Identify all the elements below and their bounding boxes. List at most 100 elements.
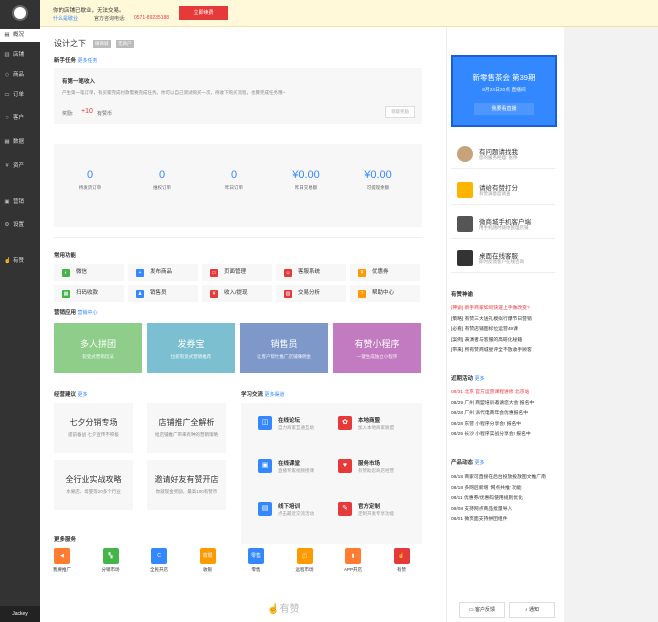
sidebar-item-9[interactable]: ☝ 有赞 [0,255,40,268]
app-banner[interactable]: 销售员让客户帮忙推广店铺赚佣金 [240,323,328,373]
notices-item[interactable]: [案例] 表演者与客服的高研化秘籍 [451,336,522,343]
promote-icon: ◀ [54,548,70,564]
events-item[interactable]: 08/29 广州 商盟培训邀请您大会 报名中 [451,399,534,406]
service-cashier[interactable]: 收银 收银 [185,548,231,573]
home-icon: ▤ [4,32,10,38]
learn-custom[interactable]: ✎ 官方定制 定制开发专享功能 [338,498,418,528]
service-distribution[interactable]: ▚ 分销市场 [88,548,134,573]
claim-reward-button[interactable]: 领取奖励 [385,106,415,118]
function-help[interactable]: ? 帮助中心 [350,285,420,302]
function-wechat[interactable]: ◐ 微信 [54,264,124,281]
contact-card[interactable]: 桌面在线客服 即时反馈客户在线咨询 [451,243,555,273]
notice-link[interactable]: 什么是歇业 [53,15,78,22]
function-page[interactable]: ▭ 页面管理 [202,264,272,281]
function-analysis[interactable]: ▥ 交易分析 [276,285,346,302]
learn-training[interactable]: ▤ 线下培训 点击最近交流活动 [258,498,338,528]
app-title: 多人拼团 [79,339,116,349]
function-seller[interactable]: ♟ 销售员 [128,285,198,302]
notify-button[interactable]: ♪ 通知 [509,602,555,618]
app-banner[interactable]: 发券宝 拉新裂变式营销推荐 [147,323,235,373]
stat-value[interactable]: ¥0.00 [266,169,346,181]
wallet-icon: ¥ [5,163,9,169]
product-item[interactable]: 08/01 微页面支持拼团组件 [451,515,508,522]
thumb-icon: ☝ [267,604,280,615]
sidebar-item-0[interactable]: ▤ 概况 [0,29,40,42]
stat-value[interactable]: 0 [122,169,202,181]
live-promo-card[interactable]: 新零售茶会 第39期 8月24日20点 直播间 我要看直播 [451,55,557,127]
app-sub: 让客户帮忙推广店铺赚佣金 [257,354,311,359]
service-youzan[interactable]: ☝ 有赞 [379,548,425,573]
notices-item[interactable]: [必看] 有赞店铺图标位运营49课 [451,325,518,332]
app-banner[interactable]: 多人拼团 裂变式营销玩法 [54,323,142,373]
sidebar-item-2[interactable]: ◇ 商品 [0,69,40,82]
learn-sub: 加入本地商家联盟 [358,425,394,430]
advice-more-link[interactable]: 更多 [78,392,88,398]
sidebar-item-4[interactable]: ○ 客户 [0,112,40,125]
events-item[interactable]: 08/31 北京 官方运营课程进修 北京站 [451,388,529,395]
notices-item[interactable]: [带来] 所有赞商城星评全不放收手顾客 [451,346,532,353]
notices-item[interactable]: [神谕] 新手商家如何快速上手做改变? [451,304,530,311]
events-item[interactable]: 08/28 东营 小程序分享会! 报名中 [451,420,521,427]
stat-value[interactable]: 0 [50,169,130,181]
marketing-center-link[interactable]: 营销中心 [78,310,98,316]
sidebar-item-3[interactable]: ▭ 订单 [0,89,40,102]
learn-market[interactable]: ♥ 服务市场 有赞助您商店经营 [338,455,418,485]
stat-value[interactable]: 0 [194,169,274,181]
function-label: 交易分析 [298,290,321,296]
contact-card[interactable]: 微商城手机客户端 用手机随时随地管理店铺 [451,209,555,239]
feedback-button[interactable]: ▭ 客户反馈 [459,602,505,618]
sidebar-item-label: 营销 [13,199,25,205]
learn-alliance[interactable]: ✿ 本地商盟 加入本地商家联盟 [338,412,418,442]
watch-live-button[interactable]: 我要看直播 [474,103,534,115]
advice-card[interactable]: 邀请好友有赞开店 你就现金奖励，最高100有赞币 [147,460,226,510]
service-label: APP开店 [343,567,362,572]
learn-classroom[interactable]: ▣ 在线课堂 直播专家视频授课 [258,455,338,485]
app-banner[interactable]: 有赞小程序 一键生成独立小程序 [333,323,421,373]
advice-sub: 给店铺推广带来有种的营销策略 [155,432,218,437]
service-app[interactable]: ▮ APP开店 [330,548,376,573]
service-promote[interactable]: ◀ 我要推广 [39,548,85,573]
phone-label: 官方咨询电话: [94,16,126,22]
function-scan[interactable]: ▦ 扫码收款 [54,285,124,302]
app-title: 销售员 [270,339,298,349]
renew-button[interactable]: 立即续费 [179,6,228,20]
sidebar-item-6[interactable]: ¥ 资产 [0,160,40,173]
function-income[interactable]: ¥ 收入/提现 [202,285,272,302]
service-retail[interactable]: 零售 零售 [233,548,279,573]
contact-card[interactable]: 有问题请找我 您的服务经理: 张伟 [451,139,555,169]
sidebar-item-7[interactable]: ▣ 营销 [0,196,40,209]
service-shop[interactable]: C 全民开店 [136,548,182,573]
events-more-link[interactable]: 更多 [475,376,485,382]
shop-logo[interactable] [12,5,28,21]
learn-forum[interactable]: ◫ 在线论坛 自力商家互通互助 [258,412,338,442]
more-tasks-link[interactable]: 更多任务 [78,58,98,64]
function-publish[interactable]: + 发布商品 [128,264,198,281]
product-item[interactable]: 08/08 支持网点商品批量导入 [451,505,512,512]
wechat-icon: ◐ [62,269,70,277]
sidebar-item-8[interactable]: ⚙ 设置 [0,219,40,232]
advice-section-title: 经营建议 更多 [54,392,88,398]
function-coupon[interactable]: ¥ 优惠券 [350,264,420,281]
sidebar-item-1[interactable]: ▥ 店铺 [0,49,40,62]
notice-bar: 你的店铺已歇业，无法交易。 什么是歇业 官方咨询电话: 0571-8923518… [40,0,658,27]
footer-brand: ☝有赞 [267,604,300,615]
product-item[interactable]: 08/11 优惠券/优惠码使用规则优化 [451,494,523,501]
function-service[interactable]: ☺ 客服系统 [276,264,346,281]
contact-card[interactable]: 请给有赞打分 有赞满意度调查 [451,175,555,205]
phone-icon [457,216,473,232]
contact-sub: 即时反馈客户在线咨询 [479,259,524,264]
service-remote[interactable]: ◰ 远程市场 [282,548,328,573]
notices-item[interactable]: [策略] 有赞三大送礼模拟行爆节日营销 [451,315,532,322]
sidebar-item-5[interactable]: ▦ 数据 [0,136,40,149]
product-item[interactable]: 08/18 商家可直接在后台投放投放图文推广南 [451,473,546,480]
stat-value[interactable]: ¥0.00 [338,169,418,181]
events-item[interactable]: 08/28 广州 派代电商年会优惠报名中 [451,409,528,416]
product-more-link[interactable]: 更多 [475,460,485,466]
user-name[interactable]: Jackey [0,606,40,622]
advice-card[interactable]: 店铺推广全解析 给店铺推广带来有种的营销策略 [147,403,226,453]
advice-card[interactable]: 全行业实战攻略 水果店、母婴等20多个行业 [54,460,133,510]
events-item[interactable]: 08/25 长沙 小程序实战分享会! 报名中 [451,430,531,437]
learn-more-link[interactable]: 更多渠道 [265,392,285,398]
advice-card[interactable]: 七夕分销专场 提前备战 七夕宣传不积极 [54,403,133,453]
product-item[interactable]: 08/18 多网后新增 '网点共推' 功能 [451,484,522,491]
